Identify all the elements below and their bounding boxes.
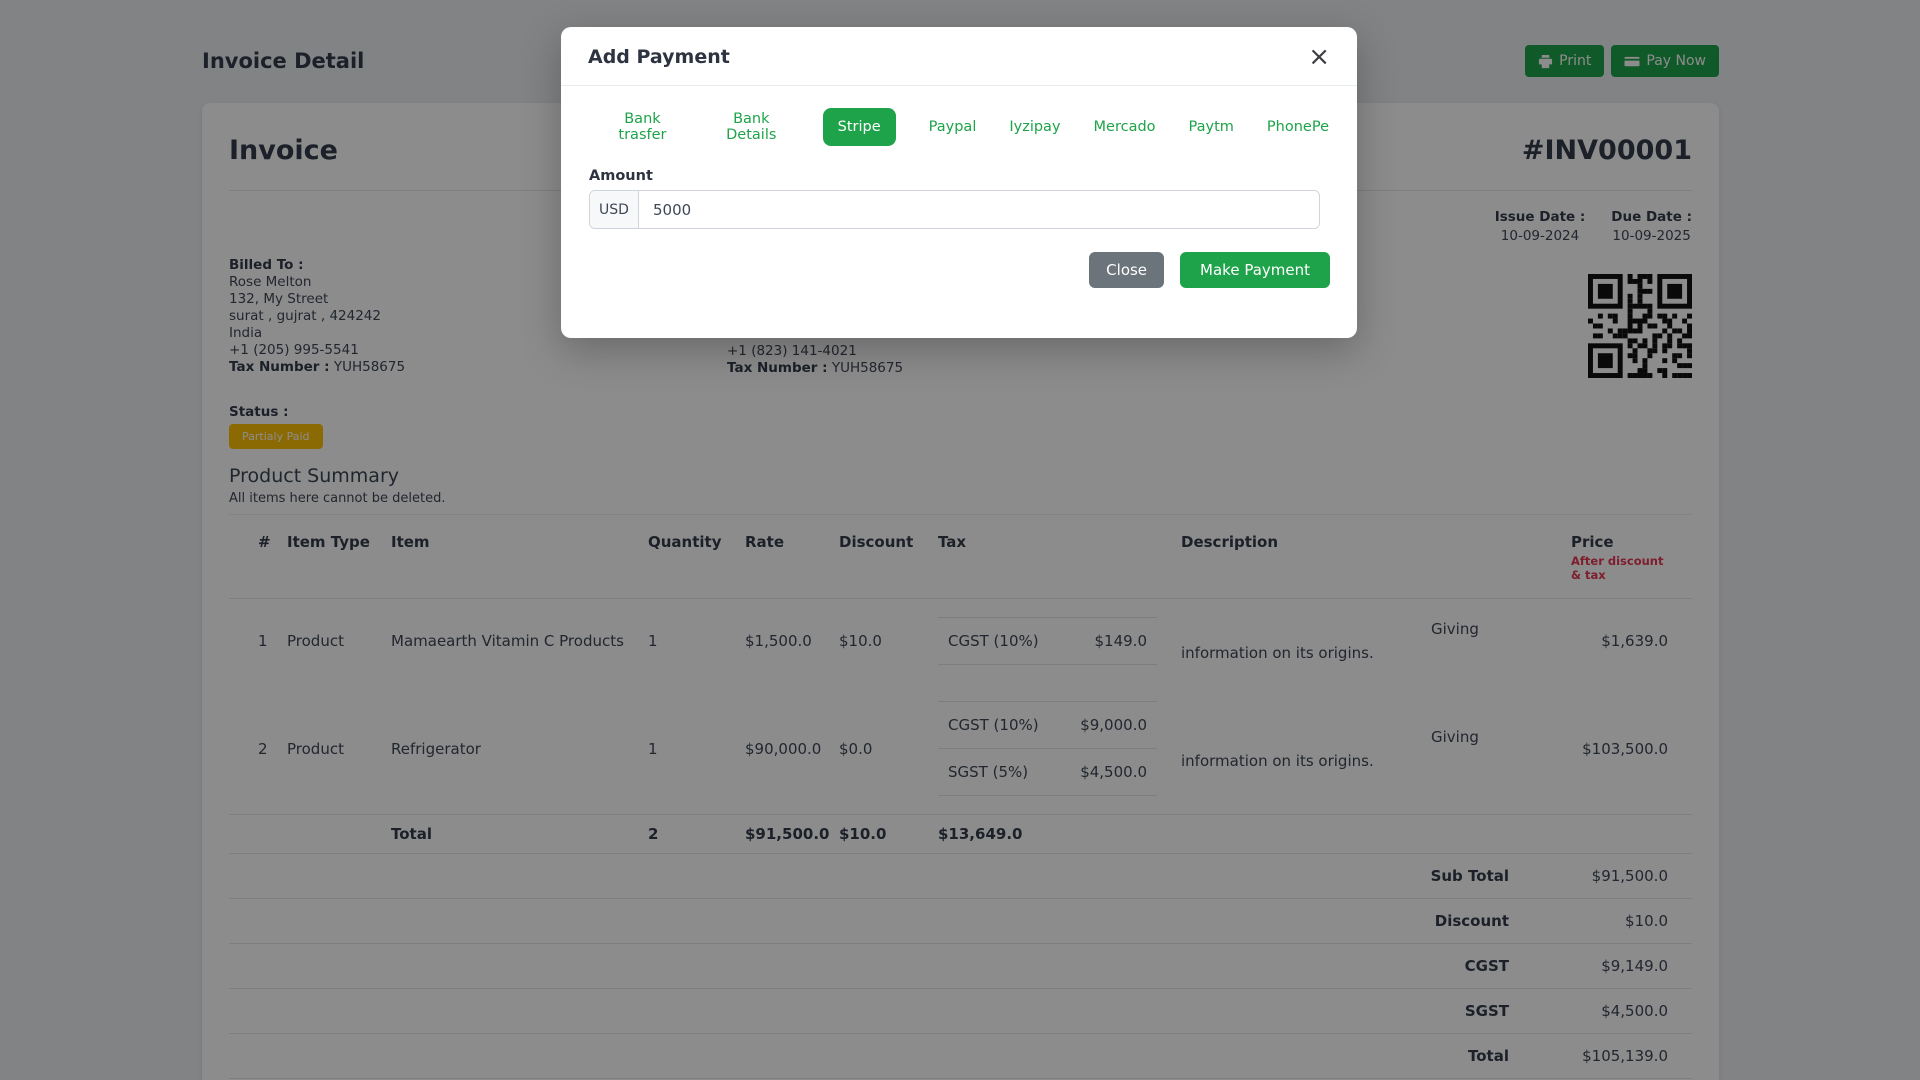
close-icon[interactable]: × (1308, 44, 1330, 70)
tab-paypal[interactable]: Paypal (929, 119, 977, 135)
tab-bank-transfer[interactable]: Bank trasfer (605, 111, 680, 143)
amount-input-group: USD (589, 190, 1320, 229)
payment-method-tabs: Bank trasfer Bank Details Stripe Paypal … (605, 108, 1329, 146)
tab-phonepe[interactable]: PhonePe (1267, 119, 1329, 135)
modal-footer: Close Make Payment (561, 229, 1357, 338)
currency-prefix: USD (590, 191, 639, 228)
modal-close-button[interactable]: Close (1089, 252, 1165, 288)
amount-input[interactable] (639, 191, 1319, 228)
make-payment-button[interactable]: Make Payment (1180, 252, 1330, 288)
add-payment-modal: Add Payment × Bank trasfer Bank Details … (561, 27, 1357, 338)
amount-label: Amount (589, 168, 653, 184)
screen: Invoice Detail Print Pay Now Invoice #IN… (0, 0, 1920, 1080)
tab-paytm[interactable]: Paytm (1189, 119, 1234, 135)
modal-body: Bank trasfer Bank Details Stripe Paypal … (561, 86, 1357, 229)
tab-iyzipay[interactable]: Iyzipay (1009, 119, 1060, 135)
tab-mercado[interactable]: Mercado (1094, 119, 1156, 135)
tab-stripe[interactable]: Stripe (822, 108, 896, 146)
modal-header: Add Payment × (561, 27, 1357, 86)
modal-title: Add Payment (588, 46, 730, 68)
tab-bank-details[interactable]: Bank Details (713, 111, 790, 143)
